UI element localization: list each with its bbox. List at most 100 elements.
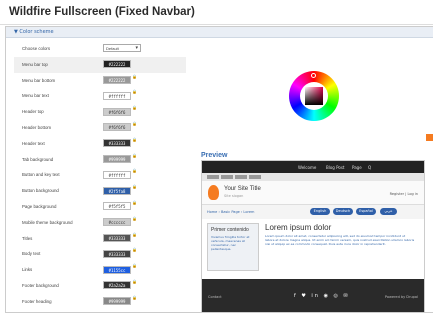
preview-heading: Lorem ipsum dolor [265, 223, 332, 232]
lock-icon[interactable]: 🔒 [132, 121, 137, 126]
color-value-input[interactable]: #999999 [103, 297, 131, 306]
lock-icon[interactable]: 🔒 [132, 263, 137, 268]
color-row: Body text #333333 🔒 [14, 246, 186, 262]
preview-breadcrumb[interactable]: Home › Basic Page › Lorem [207, 210, 254, 214]
color-row: Footer background #2a2a2a 🔒 [14, 278, 186, 294]
lock-icon[interactable]: 🔒 [132, 137, 137, 142]
lock-icon[interactable]: 🔒 [132, 184, 137, 189]
preview-lang-pill[interactable]: Español [356, 208, 376, 215]
lock-icon[interactable]: 🔒 [132, 168, 137, 173]
saturation-square[interactable] [305, 87, 323, 105]
color-row-label: Footer heading [22, 298, 52, 304]
choose-colors-label: Choose colors [22, 46, 51, 51]
page-title: Wildfire Fullscreen (Fixed Navbar) [9, 6, 195, 18]
color-row-label: Button and key text [22, 172, 60, 178]
color-row-label: Header bottom [22, 124, 52, 130]
preview-tab[interactable] [221, 175, 233, 179]
color-row: Footer heading #999999 🔒 [14, 294, 186, 310]
lock-icon[interactable]: 🔒 [132, 74, 137, 79]
preview-footer: Contact f ♥ in ◉ ◎ ✉ Powered by Drupal [202, 279, 424, 312]
lock-icon[interactable]: 🔒 [132, 153, 137, 158]
preview-lang-pill[interactable]: عربي [380, 208, 397, 215]
preview-tab[interactable] [235, 175, 247, 179]
preview-lang-pill[interactable]: Deutsch [333, 208, 353, 215]
color-row-label: Menu bar bottom [22, 77, 56, 83]
hue-marker[interactable] [311, 73, 316, 78]
color-row: Links #1155cc 🔒 [14, 262, 186, 278]
preview-nav-item[interactable]: Welcome [298, 165, 316, 170]
color-row: Page background #f5f5f5 🔒 [14, 199, 186, 215]
color-value-input[interactable]: #999999 [103, 155, 131, 164]
lock-icon[interactable]: 🔒 [132, 200, 137, 205]
color-value-input[interactable]: #2f5fa8 [103, 186, 131, 195]
scroll-top-icon[interactable] [426, 134, 433, 141]
color-row-label: Page background [22, 203, 57, 209]
preview-nav-item[interactable]: Page [352, 165, 362, 170]
color-value-input[interactable]: #cccccc [103, 218, 131, 227]
preview-login[interactable]: Register | Log in [390, 192, 418, 196]
color-row: Header top #f6f6f6 🔒 [14, 104, 186, 120]
title-divider [0, 24, 433, 25]
color-row: Menu bar top #222222 [14, 56, 186, 73]
color-row: Titles #333333 🔒 [14, 231, 186, 247]
lock-icon[interactable]: 🔒 [132, 295, 137, 300]
color-row-label: Header top [22, 109, 44, 115]
preview-block-text[interactable]: Vivamus fringilla tortor et vehicula, ma… [211, 235, 255, 251]
lock-icon[interactable]: 🔒 [132, 279, 137, 284]
social-icons[interactable]: f ♥ in ◉ ◎ ✉ [294, 293, 350, 299]
color-row-label: Footer background [22, 282, 59, 288]
preview-header: Your Site Title Site slogan Register | L… [202, 181, 424, 205]
chevron-down-icon: ▾ [135, 45, 138, 51]
preview-footer-left[interactable]: Contact [208, 295, 222, 299]
color-value-input[interactable]: #f5f5f5 [103, 202, 131, 211]
color-row-label: Links [22, 267, 33, 273]
preview-tagline: Site slogan [224, 194, 244, 198]
preview-sidebar-block: Primer contenido Vivamus fringilla torto… [207, 223, 259, 271]
preview-body: Primer contenido Vivamus fringilla torto… [202, 219, 424, 279]
preview-tab[interactable] [249, 175, 261, 179]
preview-block-title: Primer contenido [211, 227, 249, 233]
preview-title: Preview [201, 152, 228, 159]
choose-colors-value: Default [106, 46, 119, 51]
lock-icon[interactable]: 🔒 [132, 232, 137, 237]
lock-icon[interactable]: 🔒 [132, 105, 137, 110]
preview-navbar: Welcome Blog Post Page Q [202, 161, 424, 173]
color-value-input[interactable]: #222222 [103, 76, 131, 85]
color-value-input[interactable]: #333333 [103, 139, 131, 148]
preview-tab[interactable] [207, 175, 219, 179]
color-value-input[interactable]: #1155cc [103, 265, 131, 274]
choose-colors-row: Choose colors Default ▾ [14, 41, 186, 57]
color-value-input[interactable]: #f6f6f6 [103, 107, 131, 116]
color-value-input[interactable]: #2a2a2a [103, 281, 131, 290]
color-row-label: Menu bar top [22, 61, 48, 67]
preview-footer-right: Powered by Drupal [384, 295, 418, 299]
preview-site-name[interactable]: Your Site Title [224, 186, 261, 192]
preview-links-bar: Home › Basic Page › Lorem English Deutsc… [202, 205, 424, 219]
color-value-input[interactable]: #222222 [103, 60, 131, 69]
color-rows: Menu bar top #222222 Menu bar bottom #22222… [14, 56, 186, 310]
preview-lang-pill[interactable]: English [310, 208, 330, 215]
color-value-input[interactable]: #f6f6f6 [103, 123, 131, 132]
lock-icon[interactable]: 🔒 [132, 89, 137, 94]
color-row: Mobile theme background #cccccc 🔒 [14, 215, 186, 231]
color-value-input[interactable]: #ffffff [103, 91, 131, 100]
color-value-input[interactable]: #333333 [103, 234, 131, 243]
color-row-label: Mobile theme background [22, 219, 73, 225]
preview-toolbar [202, 173, 424, 181]
color-row: Tab background #999999 🔒 [14, 152, 186, 168]
lock-icon[interactable]: 🔒 [132, 247, 137, 252]
choose-colors-select[interactable]: Default ▾ [103, 44, 141, 52]
lock-icon[interactable]: 🔒 [132, 216, 137, 221]
color-row: Menu bar bottom #222222 🔒 [14, 73, 186, 89]
preview-nav-item[interactable]: Blog Post [326, 165, 344, 170]
color-value-input[interactable]: #333333 [103, 249, 131, 258]
color-row: Button and key text #ffffff 🔒 [14, 167, 186, 183]
color-wheel[interactable] [289, 71, 339, 121]
color-value-input[interactable]: #ffffff [103, 170, 131, 179]
logo-icon [208, 185, 219, 200]
color-row-label: Header text [22, 140, 45, 146]
preview-search-icon[interactable]: Q [368, 165, 371, 170]
color-row-label: Titles [22, 235, 33, 241]
color-row-label: Button background [22, 188, 59, 194]
color-scheme-header[interactable]: ▼ Color scheme [6, 27, 433, 38]
